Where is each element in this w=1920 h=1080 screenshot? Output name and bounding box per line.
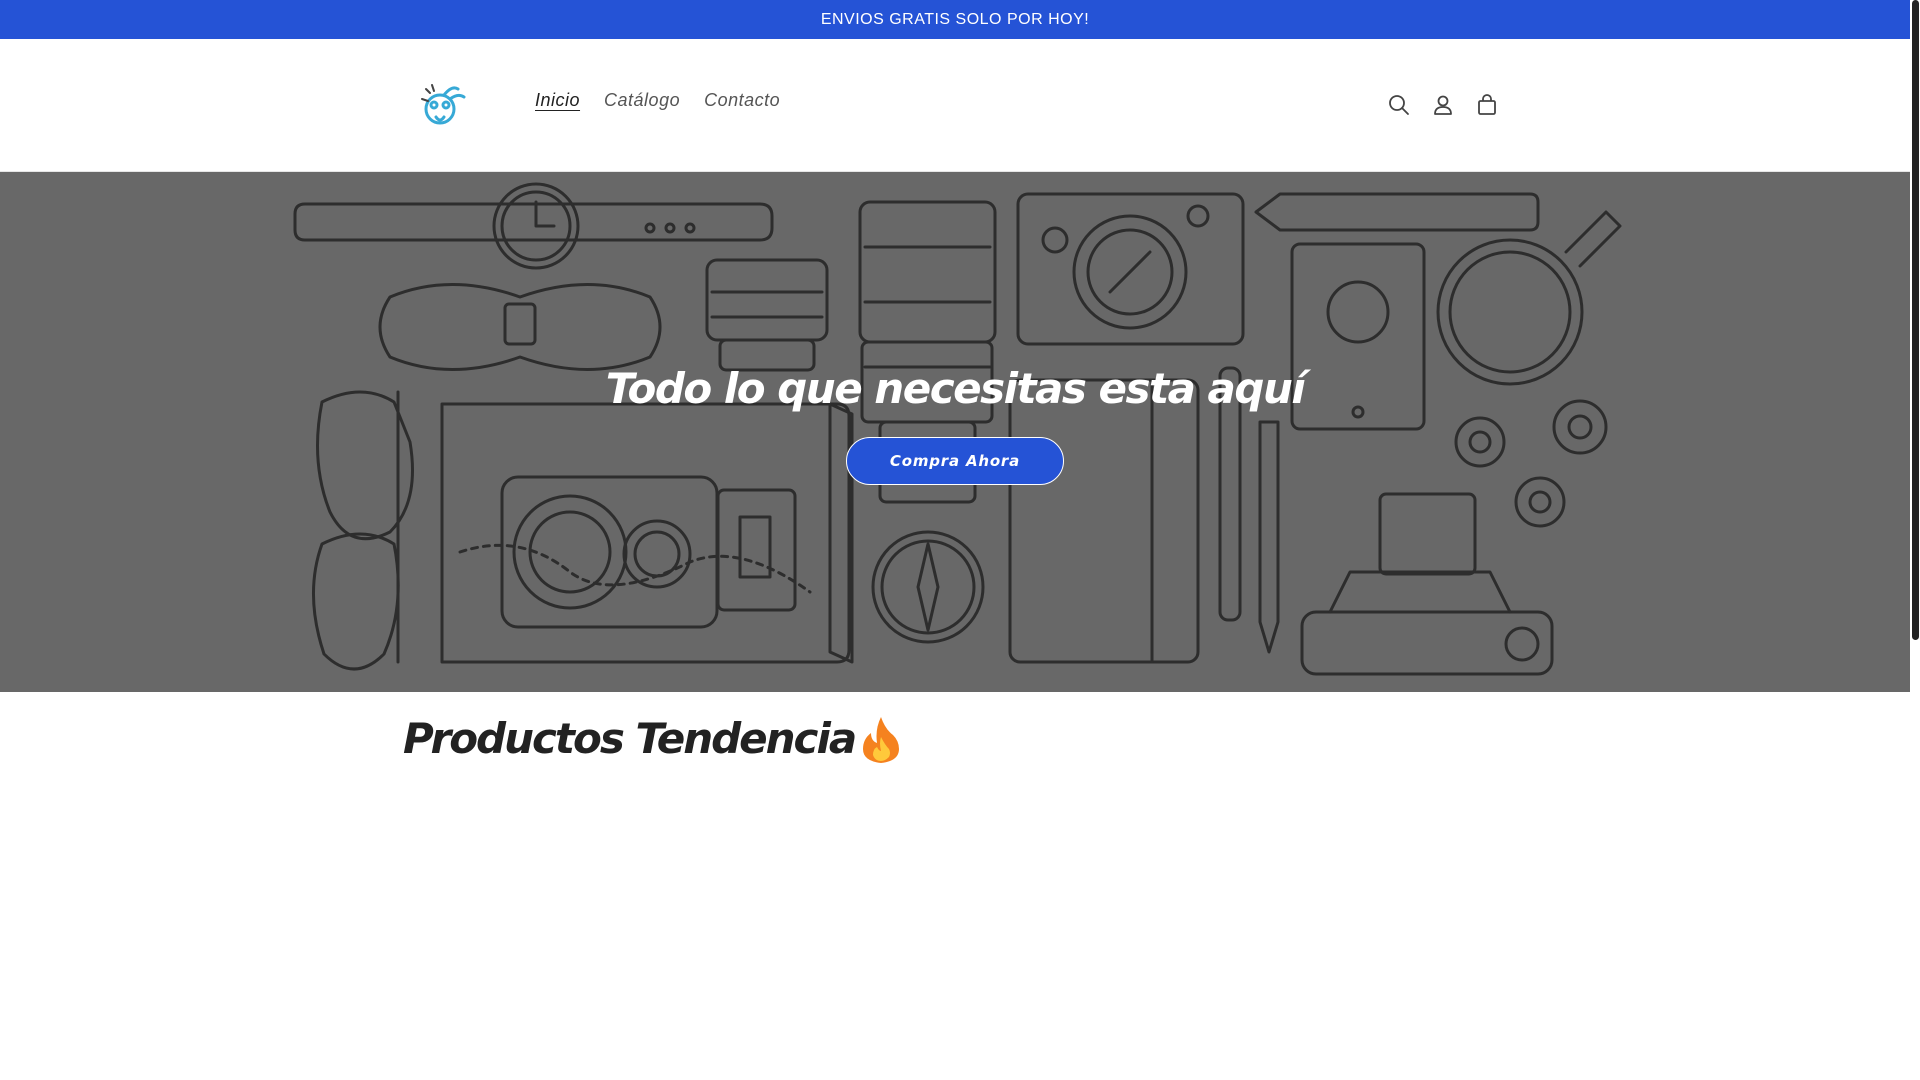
products-section-title: Productos Tendencia [403, 714, 901, 763]
announcement-bar: ENVIOS GRATIS SOLO POR HOY! [0, 0, 1910, 39]
account-icon[interactable] [1428, 90, 1458, 120]
cart-icon[interactable] [1472, 90, 1502, 120]
nav-item-catalogo[interactable]: Catálogo [604, 90, 680, 111]
products-title-text: Productos Tendencia [403, 714, 857, 763]
shop-now-button[interactable]: Compra Ahora [846, 437, 1064, 485]
hero-overlay [0, 172, 1910, 692]
search-icon[interactable] [1384, 90, 1414, 120]
header-icons [1384, 90, 1502, 120]
page-scrollbar[interactable] [1910, 0, 1920, 1080]
nav-item-contacto[interactable]: Contacto [704, 90, 780, 111]
hero-title: Todo lo que necesitas esta aquí [605, 364, 1306, 413]
page: ENVIOS GRATIS SOLO POR HOY! Inicio Catál… [0, 0, 1920, 1080]
announcement-text: ENVIOS GRATIS SOLO POR HOY! [820, 10, 1090, 28]
fire-icon [861, 715, 901, 763]
nav-item-inicio[interactable]: Inicio [535, 90, 580, 111]
scrollbar-thumb[interactable] [1912, 0, 1919, 640]
koala-logo-icon[interactable] [400, 59, 480, 149]
main-nav: Inicio Catálogo Contacto [535, 90, 804, 111]
hero-banner: Todo lo que necesitas esta aquí Compra A… [0, 172, 1910, 692]
site-header: Inicio Catálogo Contacto [0, 39, 1910, 172]
